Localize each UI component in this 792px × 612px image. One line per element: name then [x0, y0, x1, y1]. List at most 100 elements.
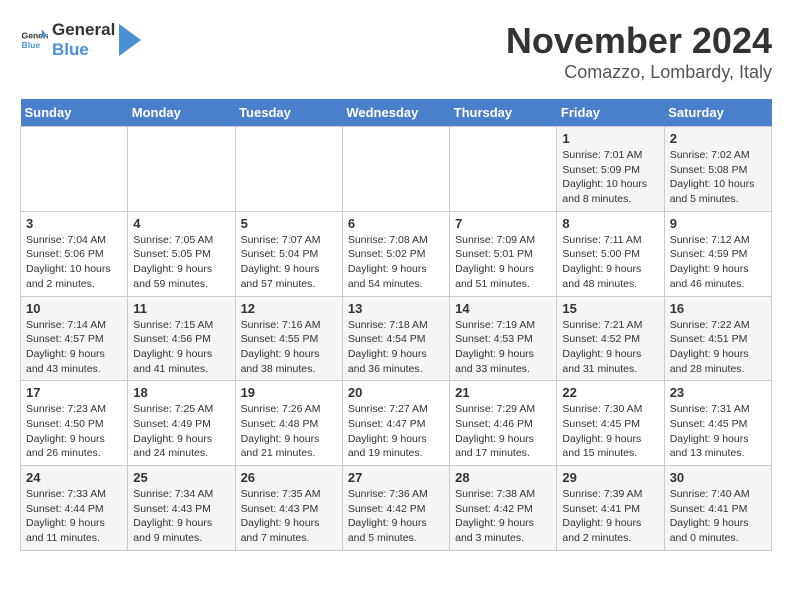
day-number: 19	[241, 385, 337, 400]
day-info: Sunrise: 7:26 AM Sunset: 4:48 PM Dayligh…	[241, 402, 337, 461]
logo: General Blue General Blue	[20, 20, 141, 61]
calendar-cell: 6 Sunrise: 7:08 AM Sunset: 5:02 PM Daylig…	[342, 211, 449, 296]
header: General Blue General Blue November 2024 …	[20, 20, 772, 83]
calendar-week-row: 10 Sunrise: 7:14 AM Sunset: 4:57 PM Dayli…	[21, 296, 772, 381]
calendar-cell: 22 Sunrise: 7:30 AM Sunset: 4:45 PM Dayli…	[557, 381, 664, 466]
calendar-cell: 27Sunrise: 7:36 AM Sunset: 4:42 PM Dayli…	[342, 466, 449, 551]
logo-general-text: General	[52, 20, 115, 40]
day-info: Sunrise: 7:34 AM Sunset: 4:43 PM Dayligh…	[133, 487, 229, 546]
logo-icon: General Blue	[20, 26, 48, 54]
weekday-header-wednesday: Wednesday	[342, 99, 449, 127]
day-number: 28	[455, 470, 551, 485]
weekday-header-thursday: Thursday	[450, 99, 557, 127]
calendar-cell: 20 Sunrise: 7:27 AM Sunset: 4:47 PM Dayli…	[342, 381, 449, 466]
calendar-cell	[235, 127, 342, 212]
weekday-header-saturday: Saturday	[664, 99, 771, 127]
day-info: Sunrise: 7:15 AM Sunset: 4:56 PM Dayligh…	[133, 318, 229, 377]
calendar-cell: 12 Sunrise: 7:16 AM Sunset: 4:55 PM Dayli…	[235, 296, 342, 381]
calendar-week-row: 17Sunrise: 7:23 AM Sunset: 4:50 PM Dayli…	[21, 381, 772, 466]
day-number: 24	[26, 470, 122, 485]
day-number: 21	[455, 385, 551, 400]
calendar-cell: 2 Sunrise: 7:02 AM Sunset: 5:08 PM Daylig…	[664, 127, 771, 212]
day-number: 16	[670, 301, 766, 316]
day-number: 14	[455, 301, 551, 316]
day-info: Sunrise: 7:09 AM Sunset: 5:01 PM Dayligh…	[455, 233, 551, 292]
calendar-cell: 8 Sunrise: 7:11 AM Sunset: 5:00 PM Daylig…	[557, 211, 664, 296]
day-number: 26	[241, 470, 337, 485]
day-info: Sunrise: 7:23 AM Sunset: 4:50 PM Dayligh…	[26, 402, 122, 461]
day-number: 15	[562, 301, 658, 316]
day-info: Sunrise: 7:07 AM Sunset: 5:04 PM Dayligh…	[241, 233, 337, 292]
day-number: 8	[562, 216, 658, 231]
day-number: 2	[670, 131, 766, 146]
calendar-week-row: 1 Sunrise: 7:01 AM Sunset: 5:09 PM Daylig…	[21, 127, 772, 212]
day-info: Sunrise: 7:38 AM Sunset: 4:42 PM Dayligh…	[455, 487, 551, 546]
day-info: Sunrise: 7:30 AM Sunset: 4:45 PM Dayligh…	[562, 402, 658, 461]
day-number: 25	[133, 470, 229, 485]
calendar-cell: 4 Sunrise: 7:05 AM Sunset: 5:05 PM Daylig…	[128, 211, 235, 296]
day-info: Sunrise: 7:18 AM Sunset: 4:54 PM Dayligh…	[348, 318, 444, 377]
calendar-week-row: 3Sunrise: 7:04 AM Sunset: 5:06 PM Daylig…	[21, 211, 772, 296]
day-number: 30	[670, 470, 766, 485]
calendar-cell: 9 Sunrise: 7:12 AM Sunset: 4:59 PM Daylig…	[664, 211, 771, 296]
day-number: 6	[348, 216, 444, 231]
day-number: 29	[562, 470, 658, 485]
calendar-table: SundayMondayTuesdayWednesdayThursdayFrid…	[20, 99, 772, 551]
calendar-cell: 21Sunrise: 7:29 AM Sunset: 4:46 PM Dayli…	[450, 381, 557, 466]
day-info: Sunrise: 7:19 AM Sunset: 4:53 PM Dayligh…	[455, 318, 551, 377]
logo-arrow-icon	[119, 24, 141, 56]
day-info: Sunrise: 7:01 AM Sunset: 5:09 PM Dayligh…	[562, 148, 658, 207]
calendar-cell: 19 Sunrise: 7:26 AM Sunset: 4:48 PM Dayli…	[235, 381, 342, 466]
day-info: Sunrise: 7:31 AM Sunset: 4:45 PM Dayligh…	[670, 402, 766, 461]
calendar-cell: 25 Sunrise: 7:34 AM Sunset: 4:43 PM Dayli…	[128, 466, 235, 551]
weekday-header-tuesday: Tuesday	[235, 99, 342, 127]
calendar-cell	[450, 127, 557, 212]
day-info: Sunrise: 7:39 AM Sunset: 4:41 PM Dayligh…	[562, 487, 658, 546]
day-info: Sunrise: 7:27 AM Sunset: 4:47 PM Dayligh…	[348, 402, 444, 461]
day-number: 12	[241, 301, 337, 316]
day-number: 4	[133, 216, 229, 231]
day-info: Sunrise: 7:21 AM Sunset: 4:52 PM Dayligh…	[562, 318, 658, 377]
day-info: Sunrise: 7:14 AM Sunset: 4:57 PM Dayligh…	[26, 318, 122, 377]
calendar-cell: 1 Sunrise: 7:01 AM Sunset: 5:09 PM Daylig…	[557, 127, 664, 212]
day-info: Sunrise: 7:33 AM Sunset: 4:44 PM Dayligh…	[26, 487, 122, 546]
day-info: Sunrise: 7:12 AM Sunset: 4:59 PM Dayligh…	[670, 233, 766, 292]
calendar-cell: 14 Sunrise: 7:19 AM Sunset: 4:53 PM Dayli…	[450, 296, 557, 381]
calendar-header: SundayMondayTuesdayWednesdayThursdayFrid…	[21, 99, 772, 127]
day-number: 20	[348, 385, 444, 400]
calendar-cell: 28 Sunrise: 7:38 AM Sunset: 4:42 PM Dayli…	[450, 466, 557, 551]
calendar-cell: 5Sunrise: 7:07 AM Sunset: 5:04 PM Daylig…	[235, 211, 342, 296]
day-info: Sunrise: 7:04 AM Sunset: 5:06 PM Dayligh…	[26, 233, 122, 292]
calendar-cell: 24 Sunrise: 7:33 AM Sunset: 4:44 PM Dayli…	[21, 466, 128, 551]
calendar-cell: 10 Sunrise: 7:14 AM Sunset: 4:57 PM Dayli…	[21, 296, 128, 381]
calendar-cell: 26Sunrise: 7:35 AM Sunset: 4:43 PM Dayli…	[235, 466, 342, 551]
calendar-cell: 3Sunrise: 7:04 AM Sunset: 5:06 PM Daylig…	[21, 211, 128, 296]
day-number: 9	[670, 216, 766, 231]
day-number: 7	[455, 216, 551, 231]
svg-text:Blue: Blue	[22, 40, 41, 50]
day-info: Sunrise: 7:11 AM Sunset: 5:00 PM Dayligh…	[562, 233, 658, 292]
day-number: 11	[133, 301, 229, 316]
day-number: 22	[562, 385, 658, 400]
day-info: Sunrise: 7:05 AM Sunset: 5:05 PM Dayligh…	[133, 233, 229, 292]
calendar-week-row: 24 Sunrise: 7:33 AM Sunset: 4:44 PM Dayli…	[21, 466, 772, 551]
day-number: 13	[348, 301, 444, 316]
calendar-body: 1 Sunrise: 7:01 AM Sunset: 5:09 PM Daylig…	[21, 127, 772, 551]
day-info: Sunrise: 7:08 AM Sunset: 5:02 PM Dayligh…	[348, 233, 444, 292]
weekday-header-row: SundayMondayTuesdayWednesdayThursdayFrid…	[21, 99, 772, 127]
day-number: 18	[133, 385, 229, 400]
calendar-cell: 18 Sunrise: 7:25 AM Sunset: 4:49 PM Dayli…	[128, 381, 235, 466]
day-info: Sunrise: 7:02 AM Sunset: 5:08 PM Dayligh…	[670, 148, 766, 207]
weekday-header-friday: Friday	[557, 99, 664, 127]
day-info: Sunrise: 7:25 AM Sunset: 4:49 PM Dayligh…	[133, 402, 229, 461]
day-number: 10	[26, 301, 122, 316]
day-number: 27	[348, 470, 444, 485]
calendar-cell: 17Sunrise: 7:23 AM Sunset: 4:50 PM Dayli…	[21, 381, 128, 466]
day-number: 23	[670, 385, 766, 400]
calendar-cell: 23 Sunrise: 7:31 AM Sunset: 4:45 PM Dayli…	[664, 381, 771, 466]
calendar-cell	[21, 127, 128, 212]
day-info: Sunrise: 7:16 AM Sunset: 4:55 PM Dayligh…	[241, 318, 337, 377]
day-number: 1	[562, 131, 658, 146]
calendar-cell	[128, 127, 235, 212]
calendar-cell: 16Sunrise: 7:22 AM Sunset: 4:51 PM Dayli…	[664, 296, 771, 381]
